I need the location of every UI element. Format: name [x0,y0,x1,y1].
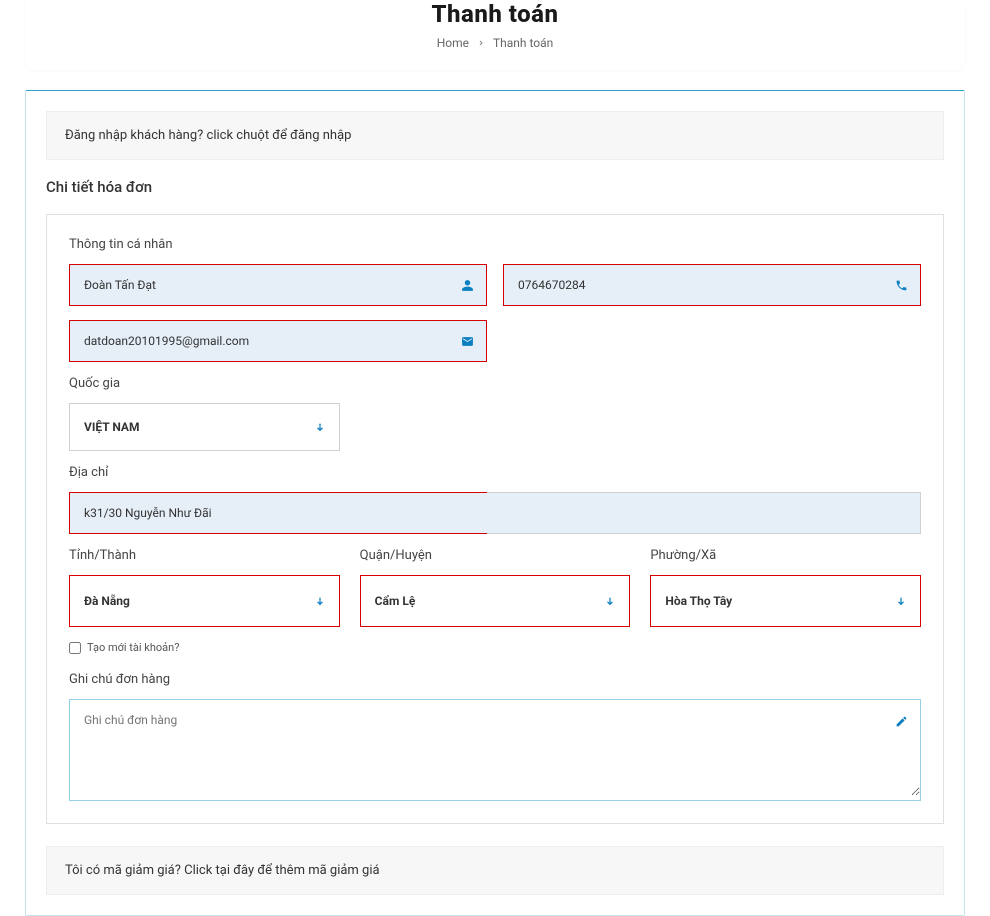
breadcrumb-home[interactable]: Home [437,36,469,50]
email-field-wrap [69,320,487,362]
envelope-icon [460,334,474,348]
country-label: Quốc gia [69,376,921,391]
notes-label: Ghi chú đơn hàng [69,672,921,687]
create-account-row[interactable]: Tạo mới tài khoản? [69,641,921,654]
address-field-wrap [69,492,487,534]
coupon-link[interactable]: Click tại đây để thêm mã giảm giá [184,863,379,878]
phone-icon [894,278,908,292]
province-value: Đà Nẵng [84,594,130,608]
arrow-down-icon [896,596,906,606]
checkout-container: Đăng nhập khách hàng? click chuột để đăn… [25,90,965,916]
create-account-checkbox[interactable] [69,642,81,654]
phone-field[interactable] [504,265,920,305]
login-link[interactable]: click chuột để đăng nhập [207,128,352,143]
personal-info-label: Thông tin cá nhân [69,237,921,252]
ward-value: Hòa Thọ Tây [665,594,732,608]
address-label: Địa chỉ [69,465,921,480]
login-notice-text: Đăng nhập khách hàng? [65,128,207,143]
province-select[interactable]: Đà Nẵng [69,575,340,627]
create-account-label: Tạo mới tài khoản? [87,641,179,654]
billing-section-title: Chi tiết hóa đơn [46,178,944,196]
district-label: Quận/Huyện [360,548,631,563]
pencil-icon [894,714,908,728]
coupon-prefix: Tôi có mã giảm giá? [65,863,184,878]
province-label: Tỉnh/Thành [69,548,340,563]
address-field[interactable] [70,493,487,533]
page-header: Thanh toán Home Thanh toán [25,0,965,70]
notes-field[interactable] [70,700,920,796]
arrow-down-icon [605,596,615,606]
coupon-bar: Tôi có mã giảm giá? Click tại đây để thê… [46,846,944,895]
breadcrumb: Home Thanh toán [25,36,965,50]
address-field-ext [487,492,921,534]
arrow-down-icon [315,596,325,606]
arrow-down-icon [315,422,325,432]
billing-box: Thông tin cá nhân [46,214,944,824]
page-title: Thanh toán [25,0,965,28]
login-notice: Đăng nhập khách hàng? click chuột để đăn… [46,111,944,160]
phone-field-wrap [503,264,921,306]
notes-wrap [69,699,921,801]
name-field[interactable] [70,265,486,305]
country-select[interactable]: VIỆT NAM [69,403,340,451]
email-field[interactable] [70,321,486,361]
ward-select[interactable]: Hòa Thọ Tây [650,575,921,627]
address-field-2[interactable] [487,493,920,533]
ward-label: Phường/Xã [650,548,921,563]
country-value: VIỆT NAM [84,420,139,434]
user-icon [460,278,474,292]
breadcrumb-current: Thanh toán [493,36,553,50]
chevron-right-icon [477,39,485,47]
name-field-wrap [69,264,487,306]
district-select[interactable]: Cẩm Lệ [360,575,631,627]
district-value: Cẩm Lệ [375,594,416,608]
